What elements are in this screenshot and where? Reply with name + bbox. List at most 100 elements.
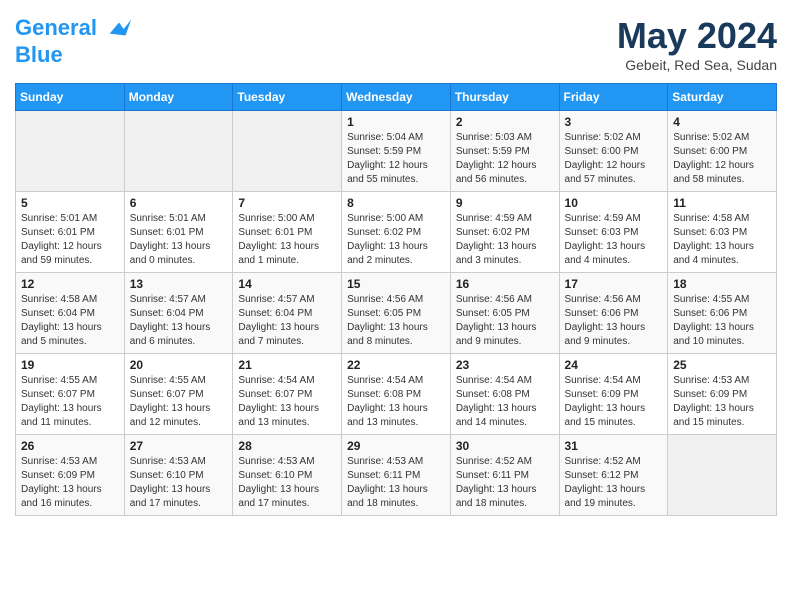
day-info: Sunrise: 4:52 AMSunset: 6:12 PMDaylight:…: [565, 455, 663, 511]
day-number: 8: [347, 196, 445, 210]
calendar-cell: 24 Sunrise: 4:54 AMSunset: 6:09 PMDayligh…: [559, 354, 668, 435]
day-info: Sunrise: 5:02 AMSunset: 6:00 PMDaylight:…: [565, 131, 663, 187]
location: Gebeit, Red Sea, Sudan: [617, 57, 777, 73]
day-number: 31: [565, 439, 663, 453]
day-number: 21: [238, 358, 336, 372]
calendar-cell: 19 Sunrise: 4:55 AMSunset: 6:07 PMDayligh…: [16, 354, 125, 435]
day-info: Sunrise: 5:03 AMSunset: 5:59 PMDaylight:…: [456, 131, 554, 187]
weekday-header-wednesday: Wednesday: [342, 84, 451, 111]
day-number: 19: [21, 358, 119, 372]
calendar-week-3: 12 Sunrise: 4:58 AMSunset: 6:04 PMDayligh…: [16, 273, 777, 354]
calendar-cell: 15 Sunrise: 4:56 AMSunset: 6:05 PMDayligh…: [342, 273, 451, 354]
day-info: Sunrise: 4:54 AMSunset: 6:08 PMDaylight:…: [456, 374, 554, 430]
day-number: 29: [347, 439, 445, 453]
calendar-cell: 18 Sunrise: 4:55 AMSunset: 6:06 PMDayligh…: [668, 273, 777, 354]
calendar-cell: 11 Sunrise: 4:58 AMSunset: 6:03 PMDayligh…: [668, 192, 777, 273]
calendar-cell: 5 Sunrise: 5:01 AMSunset: 6:01 PMDaylight…: [16, 192, 125, 273]
calendar-cell: 10Sunrise: 4:59 AMSunset: 6:03 PMDayligh…: [559, 192, 668, 273]
day-number: 7: [238, 196, 336, 210]
day-number: 16: [456, 277, 554, 291]
weekday-row: SundayMondayTuesdayWednesdayThursdayFrid…: [16, 84, 777, 111]
day-number: 5: [21, 196, 119, 210]
month-title: May 2024: [617, 15, 777, 57]
calendar-cell: 4 Sunrise: 5:02 AMSunset: 6:00 PMDaylight…: [668, 111, 777, 192]
day-number: 14: [238, 277, 336, 291]
day-info: Sunrise: 5:00 AMSunset: 6:01 PMDaylight:…: [238, 212, 336, 268]
day-number: 25: [673, 358, 771, 372]
calendar-cell: 7 Sunrise: 5:00 AMSunset: 6:01 PMDaylight…: [233, 192, 342, 273]
calendar-cell: 22 Sunrise: 4:54 AMSunset: 6:08 PMDayligh…: [342, 354, 451, 435]
calendar-cell: 21Sunrise: 4:54 AMSunset: 6:07 PMDayligh…: [233, 354, 342, 435]
day-info: Sunrise: 4:56 AMSunset: 6:06 PMDaylight:…: [565, 293, 663, 349]
day-number: 24: [565, 358, 663, 372]
calendar-cell: 2 Sunrise: 5:03 AMSunset: 5:59 PMDaylight…: [450, 111, 559, 192]
day-number: 2: [456, 115, 554, 129]
calendar-cell: 26 Sunrise: 4:53 AMSunset: 6:09 PMDayligh…: [16, 435, 125, 516]
day-info: Sunrise: 4:55 AMSunset: 6:07 PMDaylight:…: [21, 374, 119, 430]
day-number: 6: [130, 196, 228, 210]
day-info: Sunrise: 5:01 AMSunset: 6:01 PMDaylight:…: [21, 212, 119, 268]
calendar-cell: [668, 435, 777, 516]
calendar-cell: [124, 111, 233, 192]
day-number: 20: [130, 358, 228, 372]
calendar-cell: [233, 111, 342, 192]
day-number: 10: [565, 196, 663, 210]
calendar-body: 1Sunrise: 5:04 AMSunset: 5:59 PMDaylight…: [16, 111, 777, 516]
day-number: 27: [130, 439, 228, 453]
logo: General Blue: [15, 15, 133, 67]
calendar-cell: 29 Sunrise: 4:53 AMSunset: 6:11 PMDayligh…: [342, 435, 451, 516]
day-info: Sunrise: 5:01 AMSunset: 6:01 PMDaylight:…: [130, 212, 228, 268]
day-number: 4: [673, 115, 771, 129]
calendar-cell: 20Sunrise: 4:55 AMSunset: 6:07 PMDayligh…: [124, 354, 233, 435]
weekday-header-thursday: Thursday: [450, 84, 559, 111]
day-info: Sunrise: 5:04 AMSunset: 5:59 PMDaylight:…: [347, 131, 445, 187]
day-number: 15: [347, 277, 445, 291]
calendar-cell: 9 Sunrise: 4:59 AMSunset: 6:02 PMDaylight…: [450, 192, 559, 273]
day-number: 12: [21, 277, 119, 291]
calendar-cell: 31 Sunrise: 4:52 AMSunset: 6:12 PMDayligh…: [559, 435, 668, 516]
day-info: Sunrise: 4:56 AMSunset: 6:05 PMDaylight:…: [456, 293, 554, 349]
day-info: Sunrise: 4:57 AMSunset: 6:04 PMDaylight:…: [130, 293, 228, 349]
calendar-cell: 25Sunrise: 4:53 AMSunset: 6:09 PMDayligh…: [668, 354, 777, 435]
calendar-week-5: 26 Sunrise: 4:53 AMSunset: 6:09 PMDayligh…: [16, 435, 777, 516]
calendar-cell: 30 Sunrise: 4:52 AMSunset: 6:11 PMDayligh…: [450, 435, 559, 516]
day-number: 26: [21, 439, 119, 453]
day-number: 11: [673, 196, 771, 210]
day-info: Sunrise: 4:57 AMSunset: 6:04 PMDaylight:…: [238, 293, 336, 349]
day-info: Sunrise: 4:55 AMSunset: 6:06 PMDaylight:…: [673, 293, 771, 349]
day-info: Sunrise: 4:53 AMSunset: 6:09 PMDaylight:…: [21, 455, 119, 511]
calendar-cell: 14 Sunrise: 4:57 AMSunset: 6:04 PMDayligh…: [233, 273, 342, 354]
calendar-cell: 23 Sunrise: 4:54 AMSunset: 6:08 PMDayligh…: [450, 354, 559, 435]
weekday-header-tuesday: Tuesday: [233, 84, 342, 111]
calendar-cell: 8 Sunrise: 5:00 AMSunset: 6:02 PMDaylight…: [342, 192, 451, 273]
logo-blue: Blue: [15, 42, 63, 67]
calendar-week-2: 5 Sunrise: 5:01 AMSunset: 6:01 PMDaylight…: [16, 192, 777, 273]
weekday-header-saturday: Saturday: [668, 84, 777, 111]
logo-general: General: [15, 15, 97, 40]
day-info: Sunrise: 4:54 AMSunset: 6:09 PMDaylight:…: [565, 374, 663, 430]
day-info: Sunrise: 4:58 AMSunset: 6:03 PMDaylight:…: [673, 212, 771, 268]
day-info: Sunrise: 4:59 AMSunset: 6:02 PMDaylight:…: [456, 212, 554, 268]
calendar-cell: 6 Sunrise: 5:01 AMSunset: 6:01 PMDaylight…: [124, 192, 233, 273]
day-number: 23: [456, 358, 554, 372]
day-number: 30: [456, 439, 554, 453]
page-header: General Blue May 2024 Gebeit, Red Sea, S…: [15, 15, 777, 73]
day-number: 17: [565, 277, 663, 291]
day-info: Sunrise: 4:56 AMSunset: 6:05 PMDaylight:…: [347, 293, 445, 349]
calendar-cell: 16 Sunrise: 4:56 AMSunset: 6:05 PMDayligh…: [450, 273, 559, 354]
day-number: 22: [347, 358, 445, 372]
day-info: Sunrise: 4:58 AMSunset: 6:04 PMDaylight:…: [21, 293, 119, 349]
day-info: Sunrise: 4:54 AMSunset: 6:08 PMDaylight:…: [347, 374, 445, 430]
calendar-cell: 27Sunrise: 4:53 AMSunset: 6:10 PMDayligh…: [124, 435, 233, 516]
day-number: 9: [456, 196, 554, 210]
weekday-header-sunday: Sunday: [16, 84, 125, 111]
day-info: Sunrise: 4:53 AMSunset: 6:11 PMDaylight:…: [347, 455, 445, 511]
calendar-cell: 3Sunrise: 5:02 AMSunset: 6:00 PMDaylight…: [559, 111, 668, 192]
calendar-cell: [16, 111, 125, 192]
calendar-week-1: 1Sunrise: 5:04 AMSunset: 5:59 PMDaylight…: [16, 111, 777, 192]
day-info: Sunrise: 4:52 AMSunset: 6:11 PMDaylight:…: [456, 455, 554, 511]
day-info: Sunrise: 5:02 AMSunset: 6:00 PMDaylight:…: [673, 131, 771, 187]
day-number: 18: [673, 277, 771, 291]
day-info: Sunrise: 5:00 AMSunset: 6:02 PMDaylight:…: [347, 212, 445, 268]
calendar-week-4: 19 Sunrise: 4:55 AMSunset: 6:07 PMDayligh…: [16, 354, 777, 435]
